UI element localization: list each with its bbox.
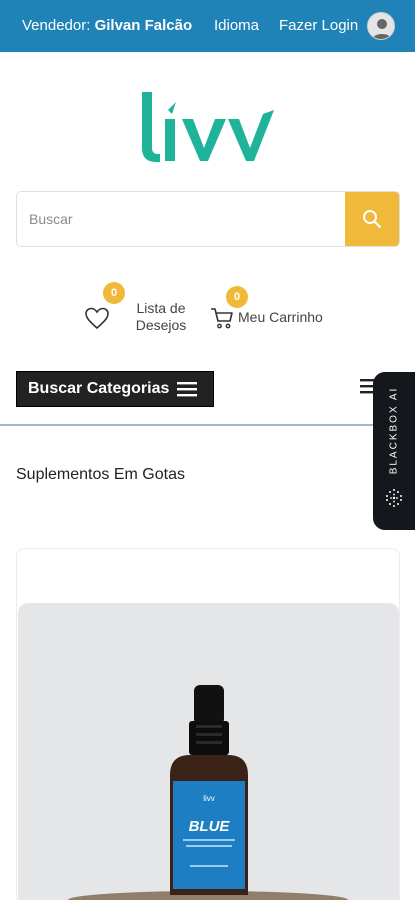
wishlist-count-badge: 0: [103, 282, 125, 304]
blackbox-ai-label: BLACKBOX AI: [388, 386, 400, 474]
cart-icon: [211, 308, 233, 329]
search-input[interactable]: [17, 192, 347, 246]
wishlist-link[interactable]: 0 Lista de Desejos: [84, 282, 194, 340]
bottle-brand-text: livv: [203, 794, 215, 803]
search-bar: [16, 191, 400, 247]
blackbox-ai-tab[interactable]: BLACKBOX AI: [373, 372, 415, 530]
heart-icon: [85, 307, 109, 330]
seller-prefix: Vendedor:: [22, 17, 91, 34]
product-image[interactable]: livv BLUE: [18, 603, 399, 900]
search-icon: [363, 210, 382, 229]
language-link[interactable]: Idioma: [214, 17, 259, 34]
wishlist-label: Lista de Desejos: [133, 300, 189, 334]
blackbox-logo-icon: [386, 489, 402, 507]
seller-info: Vendedor: Gilvan Falcão: [22, 17, 192, 34]
wishlist-label-line2: Desejos: [135, 317, 187, 333]
seller-name[interactable]: Gilvan Falcão: [95, 17, 193, 34]
cart-link[interactable]: 0 Meu Carrinho: [210, 286, 340, 340]
section-title: Suplementos Em Gotas: [16, 466, 185, 483]
user-avatar-icon[interactable]: [367, 12, 395, 40]
cart-count-badge: 0: [226, 286, 248, 308]
browse-categories-button[interactable]: Buscar Categorias: [16, 371, 214, 407]
wishlist-label-line1: Lista de: [136, 300, 186, 316]
search-button[interactable]: [345, 192, 399, 246]
cart-label: Meu Carrinho: [238, 309, 323, 325]
bottle-name-text: BLUE: [189, 818, 231, 835]
browse-categories-label: Buscar Categorias: [28, 380, 170, 397]
top-bar: Vendedor: Gilvan Falcão Idioma Fazer Log…: [0, 0, 415, 52]
menu-icon: [177, 382, 198, 397]
header-divider: [0, 424, 415, 426]
login-link[interactable]: Fazer Login: [279, 17, 358, 34]
brand-logo[interactable]: [138, 86, 278, 162]
